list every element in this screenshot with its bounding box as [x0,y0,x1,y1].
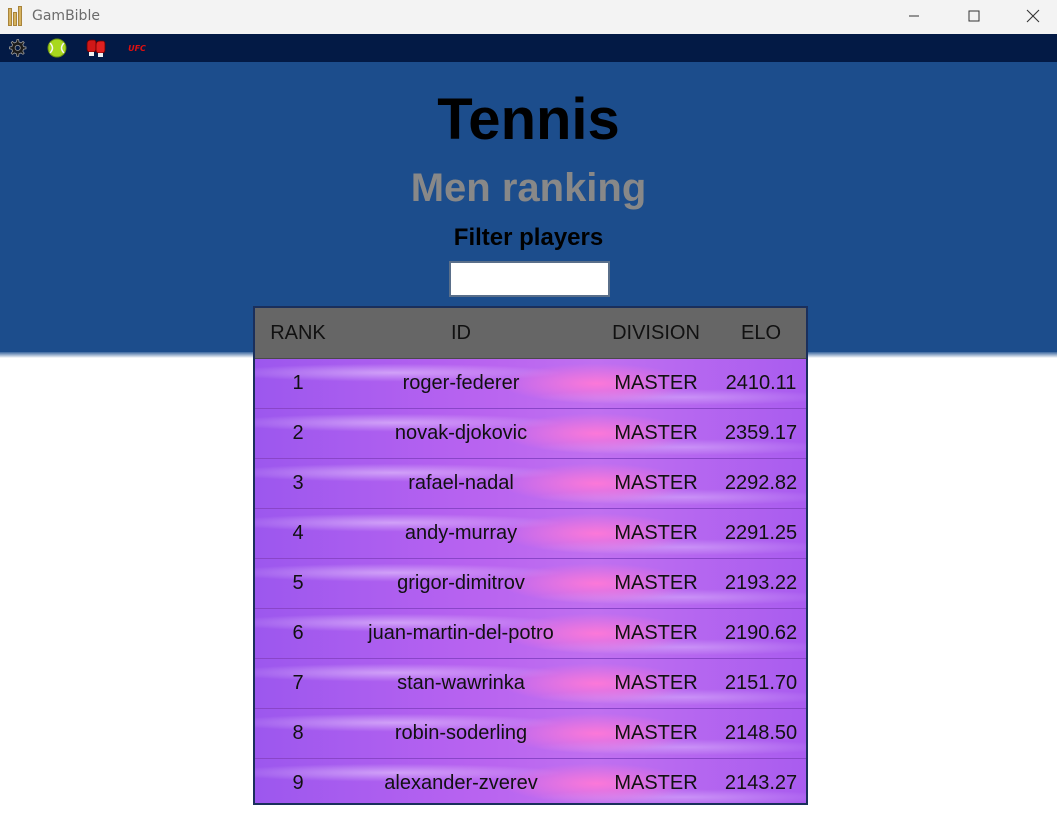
table-row[interactable]: 4 andy-murray MASTER 2291.25 [255,509,806,559]
table-row[interactable]: 6 juan-martin-del-potro MASTER 2190.62 [255,609,806,659]
column-header-id[interactable]: ID [341,308,581,358]
page-subtitle: Men ranking [410,166,647,210]
page-title: Tennis [437,87,620,152]
ufc-logo-icon[interactable]: UFC [124,38,150,58]
minimize-icon [909,15,919,17]
cell-division: MASTER [614,522,698,544]
cell-id: roger-federer [402,372,520,394]
cell-id: andy-murray [404,522,518,544]
minimize-button[interactable] [891,0,937,32]
filter-label: Filter players [453,224,604,251]
cell-division: MASTER [614,672,698,694]
cell-division: MASTER [614,772,698,794]
cell-division: MASTER [614,372,698,394]
ranking-table: RANK ID DIVISION ELO 1 roger-federer MAS… [253,306,808,805]
cell-division: MASTER [614,722,698,744]
cell-division: MASTER [614,572,698,594]
table-row[interactable]: 9 alexander-zverev MASTER 2143.27 [255,759,806,803]
cell-id: juan-martin-del-potro [368,622,554,644]
close-button[interactable] [1010,0,1056,32]
filter-players-input[interactable] [449,261,610,297]
cell-division: MASTER [614,472,698,494]
boxing-gloves-icon[interactable] [85,38,107,58]
cell-elo: 2359.17 [724,422,798,444]
gear-icon[interactable] [6,38,28,58]
table-header: RANK ID DIVISION ELO [255,308,806,359]
cell-elo: 2190.62 [724,622,798,644]
tennis-ball-icon[interactable] [46,38,68,58]
table-row[interactable]: 5 grigor-dimitrov MASTER 2193.22 [255,559,806,609]
cell-rank: 7 [292,672,304,694]
cell-id: alexander-zverev [384,772,538,794]
maximize-icon [968,10,980,22]
column-header-rank[interactable]: RANK [255,308,341,358]
cell-elo: 2292.82 [724,472,798,494]
cell-id: novak-djokovic [394,422,528,444]
cell-elo: 2193.22 [724,572,798,594]
table-row[interactable]: 3 rafael-nadal MASTER 2292.82 [255,459,806,509]
cell-id: grigor-dimitrov [397,572,525,594]
table-row[interactable]: 7 stan-wawrinka MASTER 2151.70 [255,659,806,709]
cell-elo: 2410.11 [725,372,797,394]
table-row[interactable]: 8 robin-soderling MASTER 2148.50 [255,709,806,759]
cell-rank: 8 [292,722,304,744]
column-header-elo[interactable]: ELO [711,308,806,358]
cell-elo: 2151.70 [724,672,798,694]
table-row[interactable]: 2 novak-djokovic MASTER 2359.17 [255,409,806,459]
cell-elo: 2143.27 [724,772,798,794]
cell-id: stan-wawrinka [397,672,525,694]
cell-rank: 4 [292,522,304,544]
window-titlebar: GamBible [0,0,1057,34]
cell-rank: 5 [292,572,304,594]
cell-id: robin-soderling [394,722,528,744]
cell-elo: 2291.25 [724,522,798,544]
close-icon [1026,9,1040,23]
cell-rank: 6 [292,622,304,644]
maximize-button[interactable] [951,0,997,32]
window-title: GamBible [32,8,100,24]
cell-rank: 1 [292,372,304,394]
ufc-logo-text: UFC [128,43,146,53]
table-row[interactable]: 1 roger-federer MASTER 2410.11 [255,359,806,409]
cell-id: rafael-nadal [408,472,514,494]
cell-division: MASTER [614,422,698,444]
cell-division: MASTER [614,622,698,644]
cell-rank: 3 [292,472,304,494]
cell-elo: 2148.50 [724,722,798,744]
app-logo-icon [7,6,25,26]
sport-toolbar: UFC [0,34,1057,62]
column-header-division[interactable]: DIVISION [581,308,731,358]
cell-rank: 2 [292,422,304,444]
cell-rank: 9 [292,772,304,794]
